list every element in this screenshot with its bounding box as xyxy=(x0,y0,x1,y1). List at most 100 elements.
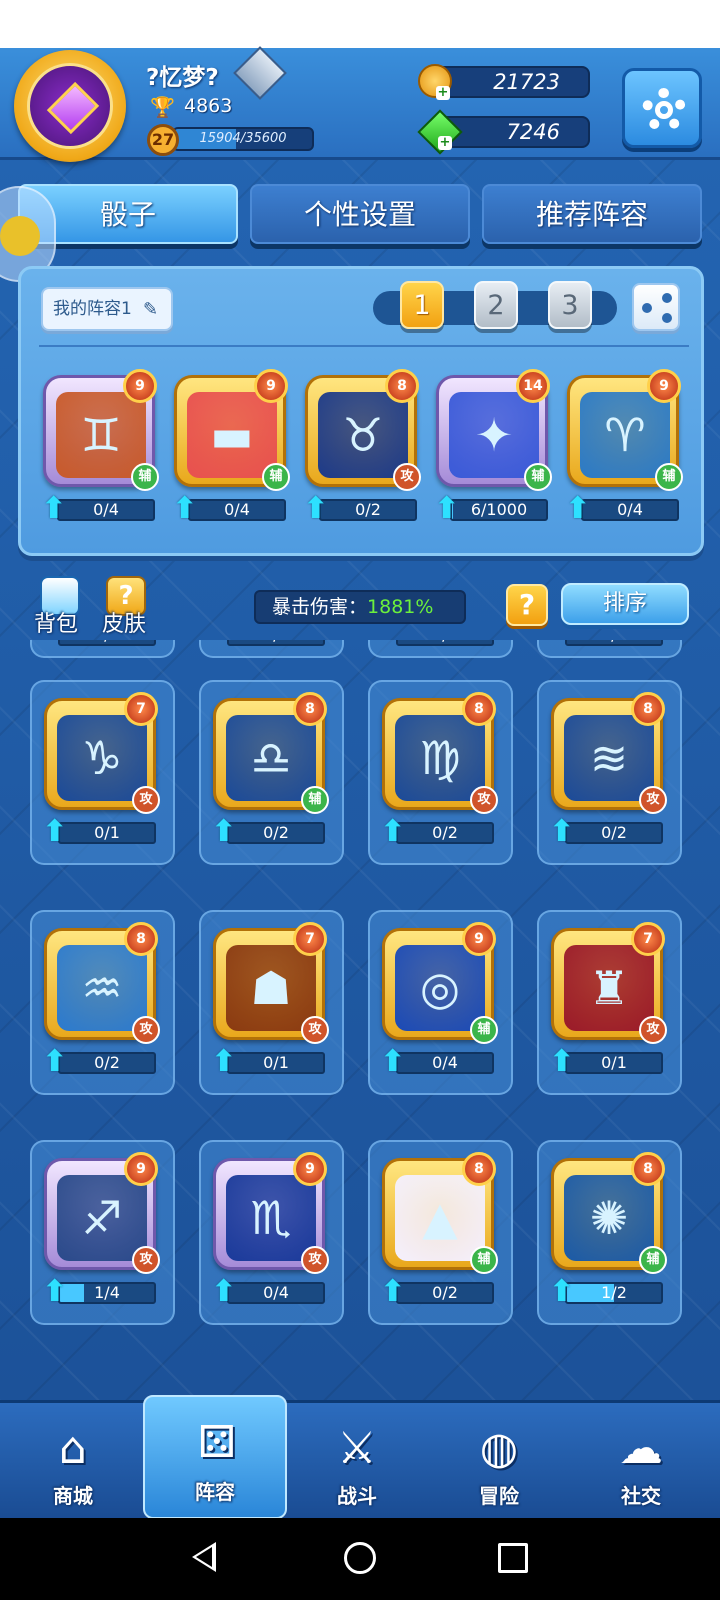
dice-icon: ⚄ xyxy=(197,1417,237,1468)
upgrade-arrow-icon[interactable]: ⬆ xyxy=(303,493,331,525)
dice-progress-bar: 0/2 xyxy=(319,499,417,521)
dice-level-badge: 8 xyxy=(462,1152,496,1186)
tab-recommended-lineup[interactable]: 推荐阵容 xyxy=(482,184,702,244)
dice-card[interactable]: ♏ 9 攻 0/4 ⬆ xyxy=(211,1152,329,1308)
deck-1-button[interactable]: 1 xyxy=(400,281,444,329)
help-button[interactable]: ? xyxy=(506,584,548,626)
upgrade-arrow-icon[interactable]: ⬆ xyxy=(380,816,408,848)
dice-level-badge: 8 xyxy=(293,692,327,726)
frost-burst-icon: ✺ xyxy=(564,1175,654,1261)
dice-progress-text: 1/2 xyxy=(601,1283,627,1302)
nav-swords[interactable]: ⚔ 战斗 xyxy=(285,1403,429,1521)
dice-level-badge: 7 xyxy=(124,692,158,726)
top-hat-icon: ▬ xyxy=(187,392,277,478)
upgrade-arrow-icon[interactable]: ⬆ xyxy=(565,493,593,525)
dice-progress-bar: 0/2 xyxy=(58,1052,156,1074)
upgrade-arrow-icon[interactable]: ⬆ xyxy=(211,1046,239,1078)
dice-progress-text: 1/4 xyxy=(94,1283,120,1302)
divider xyxy=(39,345,689,347)
lineup-name-button[interactable]: 我的阵容1 ✎ xyxy=(41,287,173,331)
dice-card[interactable]: ▲ 8 辅 0/2 ⬆ xyxy=(380,1152,498,1308)
dice-card[interactable]: ♊ 9 辅 0/4 ⬆ xyxy=(41,369,159,525)
share-button[interactable] xyxy=(632,283,680,331)
dice-role-badge: 辅 xyxy=(639,1246,667,1274)
dice-progress-text: 0/2 xyxy=(229,640,323,644)
dice-progress-text: 0/4 xyxy=(617,500,643,519)
dice-card[interactable]: ♜ 7 攻 0/1 ⬆ xyxy=(549,922,667,1078)
nav-label: 社交 xyxy=(621,1484,661,1508)
dice-card[interactable]: ♈ 9 辅 0/4 ⬆ xyxy=(565,369,683,525)
dice-progress-text: 0/2 xyxy=(94,1053,120,1072)
home-icon[interactable] xyxy=(344,1542,376,1574)
settings-button[interactable] xyxy=(622,68,702,148)
dice-progress-bar: 0/1 xyxy=(565,1052,663,1074)
coin-balance[interactable]: 21723 xyxy=(430,66,590,98)
upgrade-arrow-icon[interactable]: ⬆ xyxy=(549,816,577,848)
dice-card[interactable]: ♍ 8 攻 0/2 ⬆ xyxy=(380,692,498,848)
dice-card[interactable]: ♉ 8 攻 0/2 ⬆ xyxy=(303,369,421,525)
ox-icon: ♉ xyxy=(318,392,408,478)
dice-card[interactable]: ≋ 8 攻 0/2 ⬆ xyxy=(549,692,667,848)
dice-progress-bar: 0/2 xyxy=(396,822,494,844)
deck-2-button[interactable]: 2 xyxy=(474,281,518,329)
upgrade-arrow-icon[interactable]: ⬆ xyxy=(42,816,70,848)
dice-role-badge: 辅 xyxy=(131,463,159,491)
crown-gem-icon xyxy=(46,81,100,135)
dice-card[interactable]: ♑ 7 攻 0/1 ⬆ xyxy=(42,692,160,848)
nav-dice[interactable]: ⚄ 阵容 xyxy=(143,1395,287,1519)
player-avatar[interactable] xyxy=(14,50,126,162)
nav-shop[interactable]: ⌂ 商城 xyxy=(1,1403,145,1521)
sort-button[interactable]: 排序 xyxy=(561,583,689,625)
skin-label[interactable]: 皮肤 xyxy=(102,606,146,638)
upgrade-arrow-icon[interactable]: ⬆ xyxy=(380,1276,408,1308)
dice-card[interactable]: ♐ 9 攻 1/4 ⬆ xyxy=(42,1152,160,1308)
recent-apps-icon[interactable] xyxy=(498,1543,528,1573)
dice-progress-text: 0/4 xyxy=(398,640,492,644)
system-navigation-bar xyxy=(0,1518,720,1600)
dice-role-badge: 辅 xyxy=(524,463,552,491)
share-icon-dot xyxy=(642,303,652,313)
dice-progress-text: 0/4 xyxy=(263,1283,289,1302)
aries-icon: ♈ xyxy=(580,392,670,478)
lineup-panel: 我的阵容1 ✎ 1 2 3 ♊ 9 辅 0/4 ⬆ ▬ 9 辅 0/4 ⬆ ♉ 8 攻 0/2 ⬆ ✦ 14 辅 6… xyxy=(18,266,704,556)
upgrade-arrow-icon[interactable]: ⬆ xyxy=(172,493,200,525)
add-coins-icon[interactable]: + xyxy=(436,86,450,100)
shop-icon: ⌂ xyxy=(59,1423,87,1474)
dice-role-badge: 攻 xyxy=(132,1016,160,1044)
add-gems-icon[interactable]: + xyxy=(438,136,452,150)
gem-value: 7246 xyxy=(506,120,560,144)
dice-role-badge: 辅 xyxy=(301,786,329,814)
dice-level-badge: 8 xyxy=(631,692,665,726)
dice-card[interactable]: ✦ 14 辅 6/1000 ⬆ xyxy=(434,369,552,525)
dice-card[interactable]: ▬ 9 辅 0/4 ⬆ xyxy=(172,369,290,525)
nav-planet[interactable]: ◍ 冒险 xyxy=(427,1403,571,1521)
upgrade-arrow-icon[interactable]: ⬆ xyxy=(42,1276,70,1308)
upgrade-arrow-icon[interactable]: ⬆ xyxy=(41,493,69,525)
dice-card[interactable]: ♎ 8 辅 0/2 ⬆ xyxy=(211,692,329,848)
dice-collection[interactable]: 0/20/20/40/4♑7攻0/1⬆♎8辅0/2⬆♍8攻0/2⬆≋8攻0/2⬆… xyxy=(0,640,720,1400)
upgrade-arrow-icon[interactable]: ⬆ xyxy=(549,1276,577,1308)
tab-personalize[interactable]: 个性设置 xyxy=(250,184,470,244)
dice-role-badge: 攻 xyxy=(639,786,667,814)
upgrade-arrow-icon[interactable]: ⬆ xyxy=(549,1046,577,1078)
upgrade-arrow-icon[interactable]: ⬆ xyxy=(42,1046,70,1078)
dice-card[interactable]: ♒ 8 攻 0/2 ⬆ xyxy=(42,922,160,1078)
upgrade-arrow-icon[interactable]: ⬆ xyxy=(211,816,239,848)
player-name: ?忆梦? xyxy=(146,65,219,91)
coin-value: 21723 xyxy=(493,70,560,94)
dice-progress-bar: 0/4 xyxy=(57,499,155,521)
deck-3-button[interactable]: 3 xyxy=(548,281,592,329)
upgrade-arrow-icon[interactable]: ⬆ xyxy=(434,493,462,525)
dice-card[interactable]: ◎ 9 辅 0/4 ⬆ xyxy=(380,922,498,1078)
dice-card[interactable]: ✺ 8 辅 1/2 ⬆ xyxy=(549,1152,667,1308)
share-icon xyxy=(662,293,672,303)
back-icon[interactable] xyxy=(192,1542,216,1572)
upgrade-arrow-icon[interactable]: ⬆ xyxy=(380,1046,408,1078)
nav-chat[interactable]: ☁ 社交 xyxy=(569,1403,713,1521)
dice-role-badge: 辅 xyxy=(655,463,683,491)
dice-progress-text: 0/2 xyxy=(263,823,289,842)
backpack-label[interactable]: 背包 xyxy=(34,606,78,638)
upgrade-arrow-icon[interactable]: ⬆ xyxy=(211,1276,239,1308)
gemini-icon: ♊ xyxy=(56,392,146,478)
dice-card[interactable]: ☗ 7 攻 0/1 ⬆ xyxy=(211,922,329,1078)
